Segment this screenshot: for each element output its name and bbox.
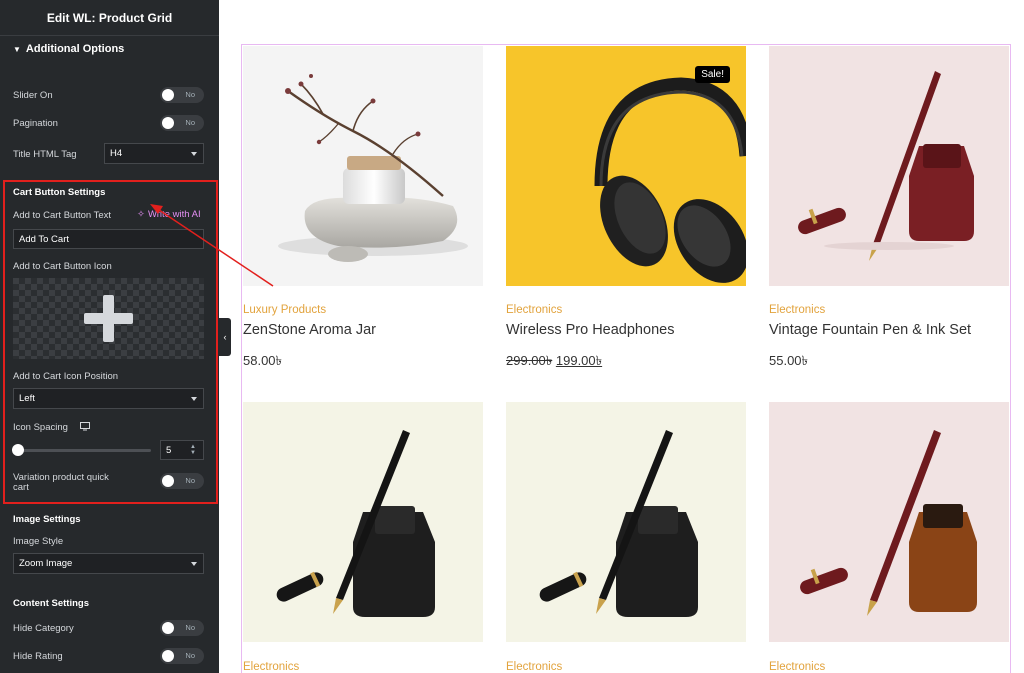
collapse-panel-button[interactable]: ‹ <box>219 318 231 356</box>
editor-root: Edit WL: Product Grid ▼ Additional Optio… <box>0 0 1024 673</box>
select-value: Zoom Image <box>19 558 73 569</box>
product-price: 55.00৳ <box>769 353 809 368</box>
widget-settings-panel: Edit WL: Product Grid ▼ Additional Optio… <box>0 0 219 673</box>
toggle-state: No <box>185 90 195 99</box>
product-image[interactable] <box>769 402 1009 642</box>
hide-category-toggle[interactable]: No <box>160 620 204 636</box>
hide-category-label: Hide Category <box>13 623 74 634</box>
toggle-knob <box>162 622 174 634</box>
desktop-icon[interactable] <box>80 422 90 431</box>
toggle-state: No <box>185 476 195 485</box>
chevron-down-icon <box>191 152 197 156</box>
select-value: H4 <box>110 148 123 159</box>
pagination-label: Pagination <box>13 118 58 129</box>
product-category[interactable]: Electronics <box>769 304 825 316</box>
sparkle-icon: ✧ <box>137 209 145 220</box>
icon-picker[interactable] <box>13 278 204 359</box>
product-price: 58.00৳ <box>243 353 283 368</box>
sale-price: 199.00৳ <box>555 353 603 368</box>
spacing-number-input[interactable]: 5 ▲ ▼ <box>160 440 204 460</box>
variation-label-line2: cart <box>13 482 29 493</box>
panel-title: Edit WL: Product Grid <box>0 0 219 36</box>
product-price: 299.00৳ 199.00৳ <box>506 352 602 373</box>
pagination-toggle[interactable]: No <box>160 115 204 131</box>
section-label: Additional Options <box>25 43 125 55</box>
product-category[interactable]: Electronics <box>506 304 562 316</box>
toggle-knob <box>162 475 174 487</box>
red-pen-amber-ink-illustration <box>800 430 977 616</box>
chevron-left-icon: ‹ <box>223 332 227 342</box>
select-value: Left <box>19 393 35 404</box>
product-image[interactable] <box>769 46 1009 286</box>
spinner-arrows-icon[interactable]: ▲ ▼ <box>188 444 198 456</box>
slider-on-toggle[interactable]: No <box>160 87 204 103</box>
cart-text-input[interactable]: Add To Cart <box>13 229 204 249</box>
product-category[interactable]: Electronics <box>243 661 299 673</box>
toggle-knob <box>162 117 174 129</box>
product-title[interactable]: Wireless Pro Headphones <box>506 322 674 338</box>
product-image[interactable] <box>243 46 483 286</box>
number-value: 5 <box>166 444 172 456</box>
image-settings-heading: Image Settings <box>13 514 81 525</box>
product-title[interactable]: ZenStone Aroma Jar <box>243 322 376 338</box>
chevron-down-icon <box>191 397 197 401</box>
section-additional-options[interactable]: ▼ Additional Options <box>13 43 124 55</box>
product-category[interactable]: Electronics <box>769 661 825 673</box>
icon-position-label: Add to Cart Icon Position <box>13 371 119 382</box>
icon-position-select[interactable]: Left <box>13 388 204 409</box>
product-image[interactable]: Sale! <box>506 46 746 286</box>
black-pen-ink-illustration <box>276 430 435 617</box>
icon-spacing-label: Icon Spacing <box>13 422 68 433</box>
product-category[interactable]: Luxury Products <box>243 304 326 316</box>
title-tag-select[interactable]: H4 <box>104 143 204 164</box>
hide-rating-toggle[interactable]: No <box>160 648 204 664</box>
toggle-state: No <box>185 651 195 660</box>
fountain-pen-illustration <box>798 71 974 261</box>
caret-down-icon: ▼ <box>13 44 21 54</box>
product-category[interactable]: Electronics <box>506 661 562 673</box>
toggle-knob <box>162 89 174 101</box>
toggle-state: No <box>185 118 195 127</box>
toggle-knob <box>162 650 174 662</box>
spacing-slider-track[interactable] <box>18 449 151 452</box>
hide-rating-label: Hide Rating <box>13 651 63 662</box>
old-price: 299.00৳ <box>506 353 553 368</box>
content-settings-heading: Content Settings <box>13 598 89 609</box>
cart-settings-heading: Cart Button Settings <box>13 187 106 198</box>
slider-on-label: Slider On <box>13 90 53 101</box>
sale-badge: Sale! <box>695 66 730 83</box>
product-image[interactable] <box>506 402 746 642</box>
cart-text-label: Add to Cart Button Text <box>13 210 112 221</box>
black-pen-ink-illustration <box>539 430 698 617</box>
spacing-slider-handle[interactable] <box>12 444 24 456</box>
title-tag-label: Title HTML Tag <box>13 149 77 160</box>
write-with-ai-link[interactable]: ✧ Write with AI <box>137 209 201 220</box>
aroma-jar-illustration <box>278 74 468 262</box>
chevron-down-icon <box>191 562 197 566</box>
image-style-select[interactable]: Zoom Image <box>13 553 204 574</box>
ai-link-label: Write with AI <box>147 209 201 220</box>
plus-icon-bar <box>84 313 133 324</box>
variation-toggle[interactable]: No <box>160 473 204 489</box>
toggle-state: No <box>185 623 195 632</box>
product-image[interactable] <box>243 402 483 642</box>
product-title[interactable]: Vintage Fountain Pen & Ink Set <box>769 322 971 338</box>
cart-icon-label: Add to Cart Button Icon <box>13 261 112 272</box>
image-style-label: Image Style <box>13 536 64 547</box>
